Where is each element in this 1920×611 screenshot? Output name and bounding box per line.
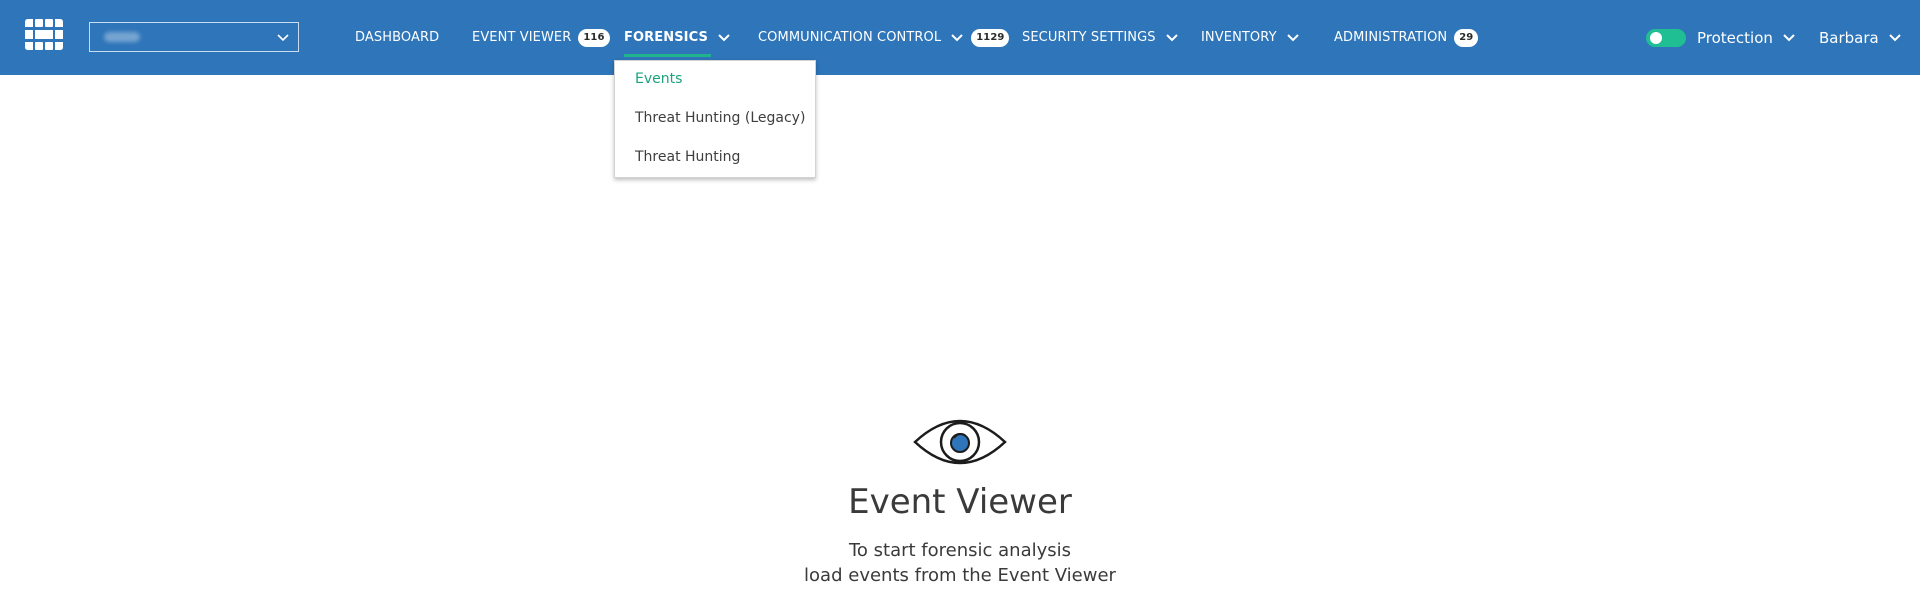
protection-toggle[interactable] (1646, 29, 1686, 47)
eye-icon (913, 419, 1007, 465)
protection-label: Protection (1697, 28, 1773, 47)
protection-menu[interactable]: Protection (1697, 0, 1796, 75)
fortinet-grid-logo-icon[interactable] (25, 19, 65, 51)
chevron-down-icon (1286, 33, 1299, 41)
nav-administration-label: ADMINISTRATION (1334, 30, 1448, 45)
forensics-dropdown-menu: Events Threat Hunting (Legacy) Threat Hu… (614, 60, 816, 178)
organization-value-redacted (104, 32, 140, 42)
menu-item-threat-hunting[interactable]: Threat Hunting (635, 149, 740, 165)
menu-item-threat-hunting-legacy[interactable]: Threat Hunting (Legacy) (635, 110, 805, 126)
chevron-down-icon (718, 33, 730, 41)
chevron-down-icon (1783, 33, 1795, 41)
nav-dashboard-label: DASHBOARD (355, 30, 440, 45)
protection-toggle-knob (1650, 32, 1662, 44)
chevron-down-icon (1165, 33, 1178, 41)
nav-security-settings-label: SECURITY SETTINGS (1022, 30, 1156, 45)
nav-security-settings[interactable]: SECURITY SETTINGS (1022, 0, 1179, 75)
chevron-down-icon (951, 33, 963, 41)
empty-state-description: To start forensic analysis load events f… (0, 538, 1920, 588)
event-viewer-count-badge: 116 (578, 28, 610, 47)
nav-event-viewer-label: EVENT VIEWER (472, 30, 572, 45)
organization-select[interactable] (89, 22, 299, 52)
user-menu[interactable]: Barbara (1819, 0, 1902, 75)
nav-inventory[interactable]: INVENTORY (1201, 0, 1300, 75)
nav-inventory-label: INVENTORY (1201, 30, 1277, 45)
chevron-down-icon (1889, 33, 1901, 41)
administration-count-badge: 29 (1454, 28, 1479, 47)
nav-dashboard[interactable]: DASHBOARD (355, 0, 439, 75)
chevron-down-icon (277, 34, 289, 42)
communication-control-count-badge: 1129 (971, 28, 1010, 47)
menu-item-events[interactable]: Events (635, 71, 682, 87)
nav-event-viewer[interactable]: EVENT VIEWER 116 (472, 0, 610, 75)
empty-state-line-1: To start forensic analysis (848, 540, 1072, 561)
nav-administration[interactable]: ADMINISTRATION 29 (1334, 0, 1479, 75)
empty-state-title: Event Viewer (848, 482, 1072, 522)
nav-communication-control-label: COMMUNICATION CONTROL (758, 30, 942, 45)
nav-forensics-label: FORENSICS (624, 30, 708, 45)
top-navigation-bar: DASHBOARD EVENT VIEWER 116 FORENSICS COM… (0, 0, 1920, 75)
empty-state: Event Viewer To start forensic analysis … (0, 410, 1920, 588)
active-tab-indicator (624, 54, 711, 57)
empty-state-line-2: load events from the Event Viewer (804, 565, 1116, 586)
user-name: Barbara (1819, 28, 1879, 47)
